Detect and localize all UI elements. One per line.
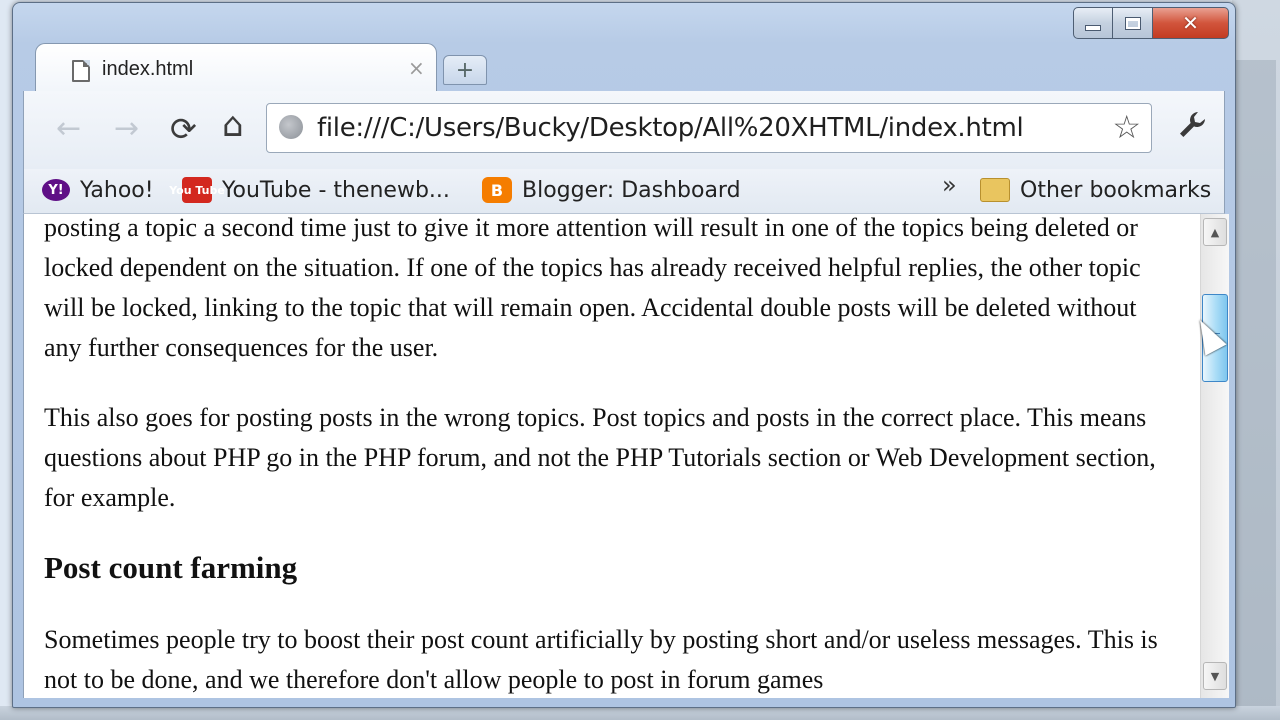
forward-icon[interactable]: →	[114, 109, 139, 149]
scroll-down-button[interactable]: ▼	[1203, 662, 1227, 690]
bookmarks-overflow-icon[interactable]: »	[942, 171, 957, 199]
bookmark-youtube[interactable]: You Tube YouTube - thenewb...	[169, 175, 450, 205]
page-content: posting a topic a second time just to gi…	[23, 214, 1200, 698]
tab-index-html[interactable]: index.html ×	[35, 43, 437, 94]
page-icon	[72, 60, 90, 82]
bookmark-yahoo[interactable]: Y! Yahoo!	[42, 175, 154, 205]
maximize-button[interactable]	[1113, 7, 1153, 39]
bookmark-label: YouTube - thenewb...	[222, 177, 450, 203]
yahoo-icon: Y!	[42, 179, 70, 201]
caption-buttons: ✕	[1073, 7, 1229, 39]
section-heading: Post count farming	[44, 550, 298, 585]
address-bar[interactable]: file:///C:/Users/Bucky/Desktop/All%20XHT…	[266, 103, 1152, 153]
other-bookmarks-label: Other bookmarks	[1020, 177, 1212, 203]
minimize-icon	[1085, 25, 1101, 31]
url-text[interactable]: file:///C:/Users/Bucky/Desktop/All%20XHT…	[317, 113, 1024, 143]
bookmarks-bar: Y! Yahoo! You Tube YouTube - thenewb... …	[23, 169, 1225, 214]
scroll-up-button[interactable]: ▲	[1203, 218, 1227, 246]
bookmark-label: Yahoo!	[80, 177, 154, 203]
youtube-icon: You Tube	[169, 177, 225, 203]
bookmark-blogger[interactable]: B Blogger: Dashboard	[482, 175, 741, 205]
taskbar-edge	[0, 706, 1280, 720]
paragraph: This also goes for posting posts in the …	[44, 403, 1156, 512]
browser-window: ✕ index.html × + ← → ⟳ ⌂ file:///C:/User…	[12, 2, 1236, 708]
back-icon[interactable]: ←	[56, 109, 81, 149]
home-icon[interactable]: ⌂	[222, 105, 244, 145]
background-window	[1236, 60, 1276, 720]
bookmark-label: Blogger: Dashboard	[522, 177, 741, 203]
desktop-background	[1232, 0, 1280, 720]
close-icon: ✕	[1182, 11, 1199, 35]
paragraph: Sometimes people try to boost their post…	[44, 625, 1158, 694]
navigation-toolbar: ← → ⟳ ⌂ file:///C:/Users/Bucky/Desktop/A…	[23, 91, 1225, 169]
new-tab-button[interactable]: +	[443, 55, 487, 85]
wrench-icon[interactable]	[1176, 109, 1208, 149]
globe-icon	[279, 115, 303, 139]
minimize-button[interactable]	[1073, 7, 1113, 39]
folder-icon	[980, 178, 1010, 202]
blogger-icon: B	[482, 177, 512, 203]
close-button[interactable]: ✕	[1153, 7, 1229, 39]
star-icon[interactable]: ☆	[1112, 108, 1141, 146]
other-bookmarks-button[interactable]: Other bookmarks	[980, 175, 1211, 205]
tab-close-icon[interactable]: ×	[408, 56, 425, 80]
tab-title: index.html	[102, 58, 194, 80]
maximize-icon	[1124, 16, 1141, 30]
article: posting a topic a second time just to gi…	[44, 214, 1174, 698]
reload-icon[interactable]: ⟳	[170, 109, 197, 149]
vertical-scrollbar[interactable]: ▲ ▼	[1200, 214, 1229, 698]
paragraph: posting a topic a second time just to gi…	[44, 214, 1141, 362]
